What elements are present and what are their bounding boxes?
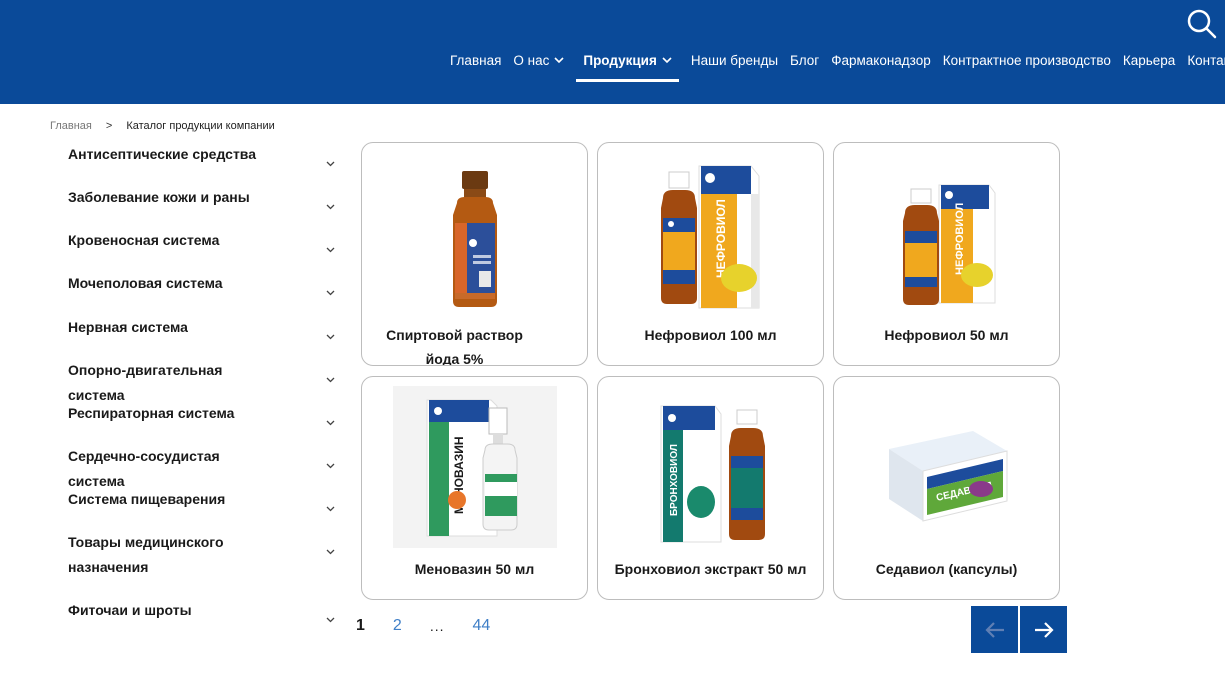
nav-item-contract[interactable]: Контрактное производство [943, 45, 1111, 75]
product-image: МЕНОВАЗИН [362, 385, 587, 549]
breadcrumb-separator: > [105, 120, 113, 132]
breadcrumb-home[interactable]: Главная [50, 120, 92, 132]
sidebar-item-medical-goods[interactable]: Товары медицинского назначения [68, 530, 340, 598]
chevron-down-icon[interactable] [326, 240, 335, 258]
pagination: 1 2 ... 44 [356, 617, 518, 635]
chevron-down-icon [662, 56, 672, 64]
sidebar-item-label: Товары медицинского назначения [68, 534, 224, 575]
product-card[interactable]: Спиртовой раствор йода 5% [361, 142, 588, 366]
box-brand-text: НЕФРОВИОЛ [714, 199, 728, 278]
product-card[interactable]: БРОНХОВИОЛ Бронховиол экстракт 50 мл [597, 376, 824, 600]
box-brand-text: НЕФРОВИОЛ [954, 203, 966, 275]
product-card[interactable]: НЕФРОВИОЛ Нефровиол 100 мл [597, 142, 824, 366]
product-card[interactable]: НЕФРОВИОЛ Нефровиол 50 мл [833, 142, 1060, 366]
sidebar-item-antiseptics[interactable]: Антисептические средства [68, 142, 340, 185]
chevron-down-icon[interactable] [326, 499, 335, 517]
nav-item-career[interactable]: Карьера [1123, 45, 1175, 75]
chevron-down-icon[interactable] [326, 370, 335, 388]
product-image: СЕДАВИОЛ [834, 387, 1059, 557]
page-current: 1 [356, 617, 365, 634]
sidebar-item-label: Кровеносная система [68, 232, 220, 248]
nav-item-home[interactable]: Главная [450, 45, 501, 75]
site-header: Главная О нас Продукция Наши бренды Блог… [0, 0, 1225, 104]
main-nav: Главная О нас Продукция Наши бренды Блог… [450, 45, 1225, 82]
chevron-down-icon[interactable] [326, 327, 335, 345]
sidebar-item-label: Заболевание кожи и раны [68, 189, 250, 205]
nav-item-about[interactable]: О нас [513, 45, 564, 75]
breadcrumb-current: Каталог продукции компании [126, 120, 275, 132]
product-title[interactable]: Нефровиол 50 мл [844, 323, 1049, 347]
category-sidebar: Антисептические средства Заболевание кож… [68, 142, 340, 641]
chevron-down-icon[interactable] [326, 542, 335, 560]
nav-item-contacts[interactable]: Контакты [1187, 45, 1225, 75]
breadcrumb: Главная > Каталог продукции компании [50, 120, 275, 132]
sidebar-item-circulatory[interactable]: Кровеносная система [68, 228, 340, 271]
page-link-last[interactable]: 44 [472, 617, 490, 635]
nav-item-pharmacovigilance[interactable]: Фармаконадзор [831, 45, 931, 75]
sidebar-item-respiratory[interactable]: Респираторная система [68, 401, 340, 444]
product-title[interactable]: Меновазин 50 мл [372, 557, 577, 581]
sidebar-item-label: Респираторная система [68, 405, 235, 421]
sidebar-item-label: Система пищеварения [68, 491, 226, 507]
nav-item-brands[interactable]: Наши бренды [691, 45, 778, 75]
chevron-down-icon[interactable] [326, 283, 335, 301]
product-image: НЕФРОВИОЛ [834, 153, 1059, 323]
chevron-down-icon[interactable] [326, 154, 335, 172]
sidebar-item-musculoskeletal[interactable]: Опорно-двигательная система [68, 358, 340, 403]
arrow-right-icon [1034, 621, 1054, 638]
page-link-2[interactable]: 2 [393, 617, 402, 635]
sidebar-item-nervous[interactable]: Нервная система [68, 315, 340, 358]
sidebar-item-cardiovascular[interactable]: Сердечно-сосудистая система [68, 444, 340, 489]
product-image: НЕФРОВИОЛ [598, 153, 823, 323]
chevron-down-icon [554, 56, 564, 64]
arrow-left-icon [984, 621, 1004, 638]
sidebar-item-label: Нервная система [68, 319, 188, 335]
page-ellipsis: ... [429, 618, 445, 634]
sidebar-item-label: Фиточаи и шроты [68, 602, 192, 618]
sidebar-item-digestive[interactable]: Система пищеварения [68, 487, 340, 530]
sidebar-item-label: Антисептические средства [68, 146, 257, 162]
sidebar-item-skin[interactable]: Заболевание кожи и раны [68, 185, 340, 228]
chevron-down-icon[interactable] [326, 610, 335, 628]
nav-item-blog[interactable]: Блог [790, 45, 819, 75]
product-title[interactable]: Нефровиол 100 мл [608, 323, 813, 347]
next-page-button[interactable] [1020, 606, 1067, 653]
chevron-down-icon[interactable] [326, 413, 335, 431]
product-image: БРОНХОВИОЛ [598, 387, 823, 557]
product-card[interactable]: СЕДАВИОЛ Седавиол (капсулы) [833, 376, 1060, 600]
product-card[interactable]: МЕНОВАЗИН Меновазин 50 мл [361, 376, 588, 600]
product-title[interactable]: Седавиол (капсулы) [844, 557, 1049, 581]
sidebar-item-herbal-teas[interactable]: Фиточаи и шроты [68, 598, 340, 641]
sidebar-item-urogenital[interactable]: Мочеполовая система [68, 271, 340, 315]
product-image [362, 153, 587, 323]
product-title[interactable]: Спиртовой раствор йода 5% [382, 323, 527, 365]
nav-item-products[interactable]: Продукция [576, 45, 679, 82]
product-title[interactable]: Бронховиол экстракт 50 мл [608, 557, 813, 581]
search-icon[interactable] [1186, 8, 1218, 40]
chevron-down-icon[interactable] [326, 197, 335, 215]
sidebar-item-label: Мочеполовая система [68, 275, 223, 291]
prev-page-button[interactable] [971, 606, 1018, 653]
chevron-down-icon[interactable] [326, 456, 335, 474]
box-brand-text: БРОНХОВИОЛ [669, 444, 680, 516]
